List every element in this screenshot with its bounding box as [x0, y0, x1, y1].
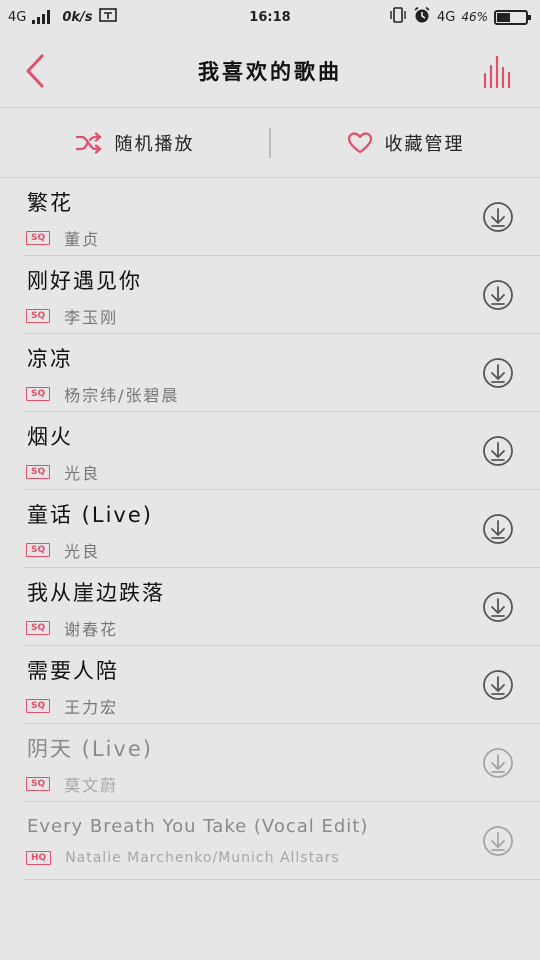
screenshot-icon [98, 7, 117, 27]
song-meta: SQ 董贞 [26, 226, 100, 250]
song-meta: SQ 李玉刚 [26, 304, 118, 328]
page-title: 我喜欢的歌曲 [198, 59, 342, 84]
download-icon[interactable] [482, 201, 514, 233]
song-item[interactable]: 凉凉 SQ 杨宗纬/张碧晨 [24, 334, 540, 412]
song-title: 需要人陪 [27, 659, 119, 683]
song-item[interactable]: 刚好遇见你 SQ 李玉刚 [24, 256, 540, 334]
signal-icon [32, 10, 51, 24]
song-item[interactable]: 繁花 SQ 董贞 [24, 178, 540, 256]
song-list: 繁花 SQ 董贞 刚好遇见你 SQ 李玉刚 凉凉 SQ 杨宗纬/张碧晨 烟火 S… [24, 178, 540, 880]
download-icon[interactable] [482, 825, 514, 857]
download-icon[interactable] [482, 357, 514, 389]
song-item[interactable]: 我从崖边跌落 SQ 谢春花 [24, 568, 540, 646]
battery-icon [494, 9, 531, 25]
song-item[interactable]: 阴天 (Live) SQ 莫文蔚 [24, 724, 540, 802]
status-left: 4G 0k/s [8, 7, 117, 27]
equalizer-button[interactable] [480, 54, 516, 90]
equalizer-icon [483, 55, 511, 89]
quality-badge: SQ [26, 231, 51, 245]
back-button[interactable] [18, 52, 52, 90]
quality-badge: SQ [26, 777, 51, 791]
song-title: 我从崖边跌落 [27, 581, 165, 605]
shuffle-icon [75, 131, 101, 154]
quality-badge: SQ [26, 465, 51, 479]
song-item[interactable]: 童话 (Live) SQ 光良 [24, 490, 540, 568]
chevron-left-icon [26, 54, 44, 88]
quality-badge: SQ [26, 387, 51, 401]
song-artist: 杨宗纬/张碧晨 [64, 386, 180, 405]
download-icon[interactable] [482, 513, 514, 545]
shuffle-play-label: 随机播放 [114, 133, 195, 155]
page-header: 我喜欢的歌曲 [0, 34, 540, 108]
download-icon[interactable] [482, 435, 514, 467]
song-title: 繁花 [27, 191, 73, 215]
battery-level [497, 12, 510, 22]
heart-icon [347, 131, 372, 153]
song-item[interactable]: 烟火 SQ 光良 [24, 412, 540, 490]
song-artist: 光良 [64, 464, 101, 483]
song-meta: SQ 光良 [26, 538, 100, 562]
quality-badge: SQ [26, 621, 51, 635]
song-title: 凉凉 [27, 347, 73, 371]
song-artist: 莫文蔚 [64, 776, 119, 795]
song-item[interactable]: Every Breath You Take (Vocal Edit) HQ Na… [24, 802, 540, 880]
song-title: 阴天 (Live) [27, 737, 153, 761]
song-artist: 谢春花 [64, 620, 119, 639]
download-icon[interactable] [482, 669, 514, 701]
alarm-icon [413, 6, 431, 28]
song-artist: 光良 [64, 542, 101, 561]
quality-badge: HQ [26, 851, 52, 865]
network-type-right: 4G [436, 9, 456, 25]
network-speed: 0k/s [62, 9, 93, 25]
status-right: 4G 46% [389, 6, 531, 28]
download-icon[interactable] [482, 747, 514, 779]
song-title: 童话 (Live) [27, 503, 153, 527]
action-bar: 随机播放 收藏管理 [0, 108, 540, 178]
download-icon[interactable] [482, 591, 514, 623]
quality-badge: SQ [26, 543, 51, 557]
song-meta: SQ 谢春花 [26, 616, 118, 640]
quality-badge: SQ [26, 699, 51, 713]
vibrate-icon [389, 7, 407, 27]
song-meta: SQ 莫文蔚 [26, 772, 118, 796]
song-meta: SQ 杨宗纬/张碧晨 [26, 382, 180, 406]
song-artist: 董贞 [64, 230, 101, 249]
shuffle-play-button[interactable]: 随机播放 [0, 108, 269, 177]
song-artist: 王力宏 [64, 698, 119, 717]
manage-favorites-label: 收藏管理 [384, 133, 465, 155]
battery-percent: 46% [461, 10, 488, 24]
status-bar: 4G 0k/s 16:18 4G 46% [0, 0, 540, 34]
song-title: Every Breath You Take (Vocal Edit) [27, 816, 369, 837]
quality-badge: SQ [26, 309, 51, 323]
download-icon[interactable] [482, 279, 514, 311]
song-title: 刚好遇见你 [27, 269, 142, 293]
manage-favorites-button[interactable]: 收藏管理 [271, 108, 540, 177]
song-title: 烟火 [27, 425, 73, 449]
song-meta: SQ 王力宏 [26, 694, 118, 718]
song-artist: Natalie Marchenko/Munich Allstars [65, 850, 340, 866]
song-meta: HQ Natalie Marchenko/Munich Allstars [26, 850, 340, 866]
song-item[interactable]: 需要人陪 SQ 王力宏 [24, 646, 540, 724]
song-meta: SQ 光良 [26, 460, 100, 484]
network-type: 4G [8, 9, 27, 25]
song-artist: 李玉刚 [64, 308, 119, 327]
